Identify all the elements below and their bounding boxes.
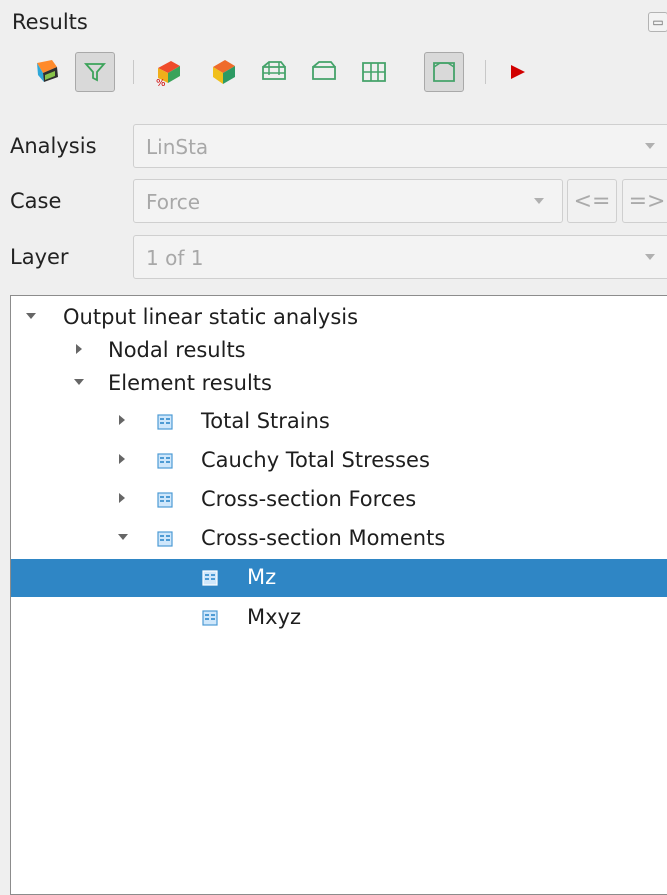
tree-item-label: Output linear static analysis — [63, 305, 359, 329]
tree-item-cross-section-forces[interactable]: Cross-section Forces — [11, 481, 667, 519]
tree-item-cauchy-total-stresses[interactable]: Cauchy Total Stresses — [11, 442, 667, 480]
case-dropdown[interactable]: Force — [133, 179, 563, 223]
expand-closed-icon[interactable] — [119, 493, 125, 503]
float-close-icon[interactable]: ▭ — [648, 12, 667, 32]
table-icon — [157, 531, 173, 547]
expand-closed-icon[interactable] — [119, 415, 125, 425]
chevron-down-icon — [645, 254, 655, 260]
tree-item-mz[interactable]: Mz — [11, 559, 667, 597]
play-icon[interactable] — [498, 52, 538, 92]
toolbar-separator — [133, 60, 134, 84]
filter-icon[interactable] — [75, 52, 115, 92]
results-toolbar: % — [28, 52, 667, 96]
element-edges-icon[interactable] — [254, 52, 294, 92]
results-tree[interactable]: Output linear static analysis Nodal resu… — [10, 295, 667, 895]
expand-open-icon[interactable] — [26, 313, 36, 319]
tree-item-label: Total Strains — [201, 409, 330, 433]
tree-item-total-strains[interactable]: Total Strains — [11, 403, 667, 441]
expand-closed-icon[interactable] — [119, 454, 125, 464]
layer-value: 1 of 1 — [146, 246, 204, 270]
table-icon — [157, 453, 173, 469]
element-grid-icon[interactable] — [354, 52, 394, 92]
case-value: Force — [146, 190, 201, 214]
panel-title: Results — [12, 10, 88, 34]
analysis-row: Analysis LinSta — [0, 124, 667, 170]
tree-item-mxyz[interactable]: Mxyz — [11, 599, 667, 637]
table-icon — [202, 570, 218, 586]
table-icon — [157, 492, 173, 508]
analysis-dropdown[interactable]: LinSta — [133, 124, 667, 168]
tree-item-label: Cross-section Forces — [201, 487, 417, 511]
tree-item-label: Mz — [247, 565, 277, 589]
table-icon — [202, 610, 218, 626]
deformed-shape-icon[interactable] — [204, 52, 244, 92]
element-outline-icon[interactable] — [304, 52, 344, 92]
chevron-down-icon — [534, 198, 544, 204]
case-label: Case — [10, 189, 62, 213]
layer-dropdown[interactable]: 1 of 1 — [133, 235, 667, 279]
layer-row: Layer 1 of 1 — [0, 235, 667, 281]
expand-open-icon[interactable] — [74, 379, 84, 385]
tree-item-label: Mxyz — [247, 605, 301, 629]
analysis-label: Analysis — [10, 134, 97, 158]
percentage-result-icon[interactable]: % — [149, 52, 189, 92]
chevron-down-icon — [645, 143, 655, 149]
svg-text:%: % — [156, 78, 166, 88]
next-case-button[interactable]: => — [622, 179, 667, 223]
case-row: Case Force <= => — [0, 179, 667, 225]
previous-case-button[interactable]: <= — [567, 179, 617, 223]
element-border-icon[interactable] — [424, 52, 464, 92]
tree-item-label: Nodal results — [108, 338, 246, 362]
tree-item-label: Cauchy Total Stresses — [201, 448, 430, 472]
tree-item-label: Element results — [108, 371, 272, 395]
table-icon — [157, 414, 173, 430]
analysis-value: LinSta — [146, 135, 209, 159]
tree-item-cross-section-moments[interactable]: Cross-section Moments — [11, 520, 667, 558]
tree-item-element-results[interactable]: Element results — [11, 365, 667, 403]
color-model-icon[interactable] — [28, 52, 68, 92]
tree-item-label: Cross-section Moments — [201, 526, 446, 550]
layer-label: Layer — [10, 245, 69, 269]
expand-open-icon[interactable] — [118, 534, 128, 540]
toolbar-separator — [485, 60, 486, 84]
expand-closed-icon[interactable] — [76, 344, 82, 354]
